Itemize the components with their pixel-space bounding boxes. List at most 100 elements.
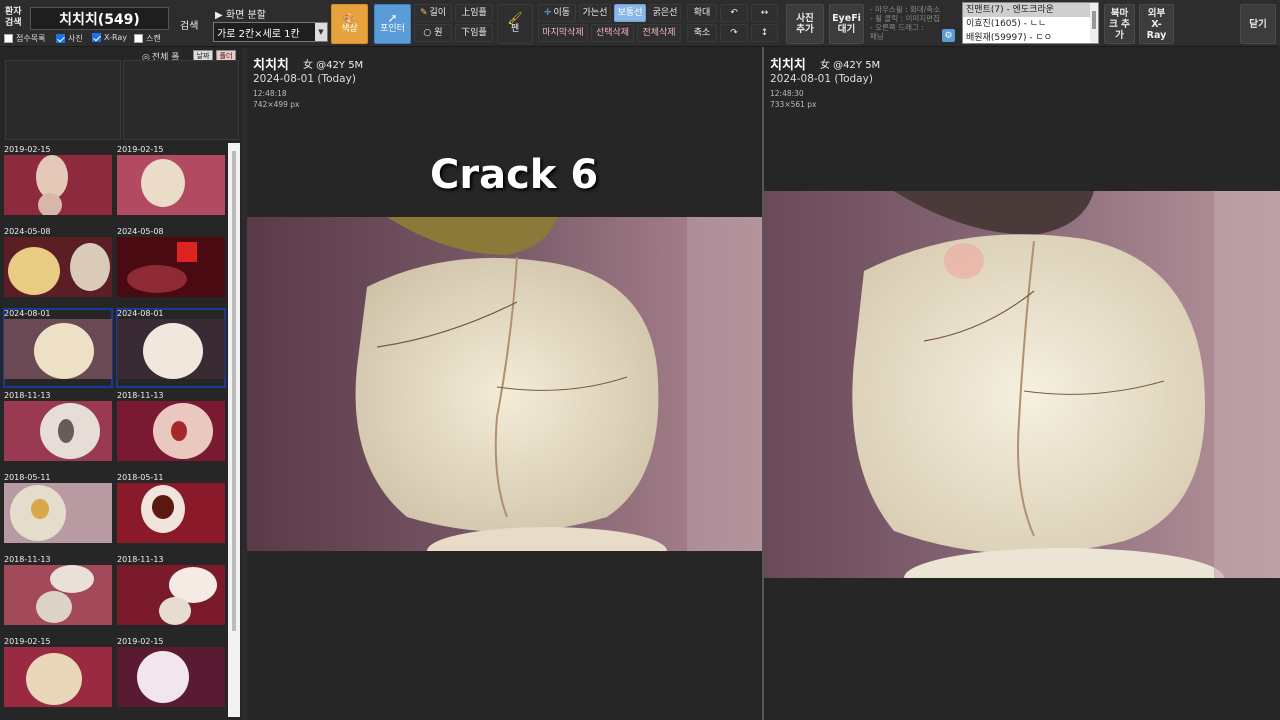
checkbox-xray[interactable]: X-Ray bbox=[92, 33, 127, 42]
thumbnail[interactable]: 2019-02-15 bbox=[4, 145, 112, 223]
thumbnail-panel: ◎ 전체 폴 날짜 폴더 2019-02-15 2019-02-15 2024-0… bbox=[0, 47, 242, 720]
screen-split-select[interactable]: 가로 2칸×세로 1칸 ▼ bbox=[213, 22, 328, 42]
thumbnail-image bbox=[4, 647, 112, 707]
viewer-right[interactable]: 치치치 女 @42Y 5M 2024-08-01 (Today) 12:48:3… bbox=[764, 47, 1280, 720]
chevron-down-icon: ▼ bbox=[315, 23, 327, 41]
thumbnail[interactable]: 2019-02-15 bbox=[117, 637, 225, 715]
pointer-button[interactable]: ➚ 포인터 bbox=[374, 4, 411, 44]
image-date: 2024-08-01 (Today) bbox=[253, 73, 356, 85]
thumbnail[interactable]: 2018-11-13 bbox=[4, 391, 112, 469]
checkbox-photo[interactable]: 사진 bbox=[56, 33, 83, 44]
ruler-icon: ✎ bbox=[419, 7, 428, 18]
thumbnail-image bbox=[117, 483, 225, 543]
pen-button[interactable]: 🖌 펜 bbox=[497, 4, 533, 44]
patient-name: 치치치 bbox=[770, 58, 806, 73]
rotate-left-icon: ↶ bbox=[730, 7, 738, 18]
thumbnail[interactable]: 2024-05-08 bbox=[117, 227, 225, 305]
normal-line-button[interactable]: 보통선 bbox=[614, 4, 646, 22]
thumbnail[interactable]: 2024-05-08 bbox=[4, 227, 112, 305]
thumbnail-image bbox=[117, 401, 225, 461]
settings-gear-icon[interactable]: ⚙ bbox=[942, 29, 955, 42]
thumbnail-image bbox=[4, 565, 112, 625]
bookmark-item[interactable]: 배원재(59997) - ㄷㅇ bbox=[963, 31, 1098, 43]
palette-icon: 🎨 bbox=[342, 12, 357, 25]
thumbnail-image bbox=[117, 237, 225, 297]
thumbnail[interactable]: 2019-02-15 bbox=[117, 145, 225, 223]
upper-implant-button[interactable]: 上임플 bbox=[455, 4, 493, 22]
thumbnail-image bbox=[4, 155, 112, 215]
thumbnail-image bbox=[4, 319, 112, 379]
thumbnail[interactable]: 2024-08-01 bbox=[3, 308, 113, 388]
delete-all-button[interactable]: 전체삭제 bbox=[637, 24, 681, 42]
patient-name: 치치치 bbox=[253, 58, 289, 73]
search-button[interactable]: 검색 bbox=[180, 17, 198, 32]
thumbnail-image bbox=[117, 565, 225, 625]
patient-search-label: 환자 검색 bbox=[5, 7, 22, 28]
checkbox-reception[interactable]: 접수목록 bbox=[4, 33, 45, 44]
hint-drag: - 오른쪽 드래그 : bbox=[870, 23, 924, 32]
thick-line-button[interactable]: 굵은선 bbox=[649, 4, 681, 22]
thumbnail[interactable]: 2018-11-13 bbox=[117, 391, 225, 469]
flip-horizontal-button[interactable]: ↔ bbox=[751, 4, 778, 22]
circle-button[interactable]: ○ 원 bbox=[414, 24, 452, 42]
thumbnail[interactable]: 2018-11-13 bbox=[117, 555, 225, 633]
thumbnail[interactable]: 2024-08-01 bbox=[116, 308, 226, 388]
image-size: 742×499 px bbox=[253, 100, 300, 109]
patient-name-field[interactable]: 치치치(549) bbox=[30, 7, 169, 30]
thumbnail-image bbox=[117, 647, 225, 707]
patient-age: 女 @42Y 5M bbox=[303, 60, 364, 71]
add-bookmark-button[interactable]: 북마크 추가 bbox=[1104, 4, 1135, 44]
thumbnail-image bbox=[117, 155, 225, 215]
thumbnail[interactable]: 2018-11-13 bbox=[4, 555, 112, 633]
move-icon: ✛ bbox=[543, 7, 552, 18]
bookmark-item[interactable]: 이효진(1605) - ㄴㄴ bbox=[963, 17, 1098, 31]
length-button[interactable]: ✎ 길이 bbox=[414, 4, 452, 22]
screen-split-label: ▶ 화면 분할 bbox=[215, 10, 266, 21]
pointer-icon: ➚ bbox=[387, 11, 398, 25]
tooth-photo-right bbox=[764, 191, 1280, 578]
move-button[interactable]: ✛ 이동 bbox=[538, 4, 576, 22]
add-photo-button[interactable]: 사진 추가 bbox=[786, 4, 824, 44]
color-button[interactable]: 🎨 색상 bbox=[331, 4, 368, 44]
thumbnail-image bbox=[4, 401, 112, 461]
flip-vertical-button[interactable]: ↕ bbox=[751, 24, 778, 42]
delete-selected-button[interactable]: 선택삭제 bbox=[591, 24, 634, 42]
hint-zoom: - 마우스휠 : 확대/축소 bbox=[870, 5, 941, 14]
eyefi-wait-button[interactable]: EyeFi 대기 bbox=[829, 4, 864, 44]
bookmark-scrollbar[interactable] bbox=[1090, 3, 1098, 43]
rotate-left-button[interactable]: ↶ bbox=[720, 4, 748, 22]
thumbnail-image bbox=[4, 237, 112, 297]
preview-slot-right bbox=[123, 60, 239, 140]
rotate-right-button[interactable]: ↷ bbox=[720, 24, 748, 42]
image-time: 12:48:18 bbox=[253, 89, 287, 98]
image-size: 733×561 px bbox=[770, 100, 817, 109]
thumbnail-image bbox=[4, 483, 112, 543]
external-xray-button[interactable]: 외부 X-Ray bbox=[1139, 4, 1174, 44]
thin-line-button[interactable]: 가는선 bbox=[579, 4, 611, 22]
bookmark-item[interactable]: 진맨트(7) - 엔도크라운 bbox=[963, 3, 1098, 17]
zoom-out-button[interactable]: 축소 bbox=[687, 24, 717, 42]
flip-vertical-icon: ↕ bbox=[760, 27, 769, 38]
thumbnail[interactable]: 2018-05-11 bbox=[117, 473, 225, 551]
brush-icon: 🖌 bbox=[507, 11, 523, 25]
toolbar: 환자 검색 치치치(549) 검색 접수목록 사진 X-Ray 스캔 ▶ 화면 … bbox=[0, 0, 1280, 47]
delete-last-button[interactable]: 마지막삭제 bbox=[538, 24, 588, 42]
overlay-title: Crack 6 bbox=[430, 152, 599, 198]
tooth-photo-left bbox=[247, 217, 762, 551]
circle-icon: ○ bbox=[423, 27, 432, 38]
close-button[interactable]: 닫기 bbox=[1240, 4, 1276, 44]
image-time: 12:48:30 bbox=[770, 89, 804, 98]
thumbnail[interactable]: 2019-02-15 bbox=[4, 637, 112, 715]
bookmark-list[interactable]: 진맨트(7) - 엔도크라운 이효진(1605) - ㄴㄴ 배원재(59997)… bbox=[962, 2, 1099, 44]
thumbnail-image bbox=[117, 319, 225, 379]
preview-slot-left bbox=[5, 60, 121, 140]
zoom-in-button[interactable]: 확대 bbox=[687, 4, 717, 22]
thumbnail-scrollbar[interactable] bbox=[228, 143, 240, 717]
hint-pan: 패닝 bbox=[870, 32, 884, 41]
lower-implant-button[interactable]: 下임플 bbox=[455, 24, 493, 42]
patient-age: 女 @42Y 5M bbox=[820, 60, 881, 71]
viewer-left[interactable]: 치치치 女 @42Y 5M 2024-08-01 (Today) 12:48:1… bbox=[247, 47, 762, 720]
rotate-right-icon: ↷ bbox=[730, 27, 738, 38]
thumbnail[interactable]: 2018-05-11 bbox=[4, 473, 112, 551]
checkbox-scan[interactable]: 스캔 bbox=[134, 33, 161, 44]
